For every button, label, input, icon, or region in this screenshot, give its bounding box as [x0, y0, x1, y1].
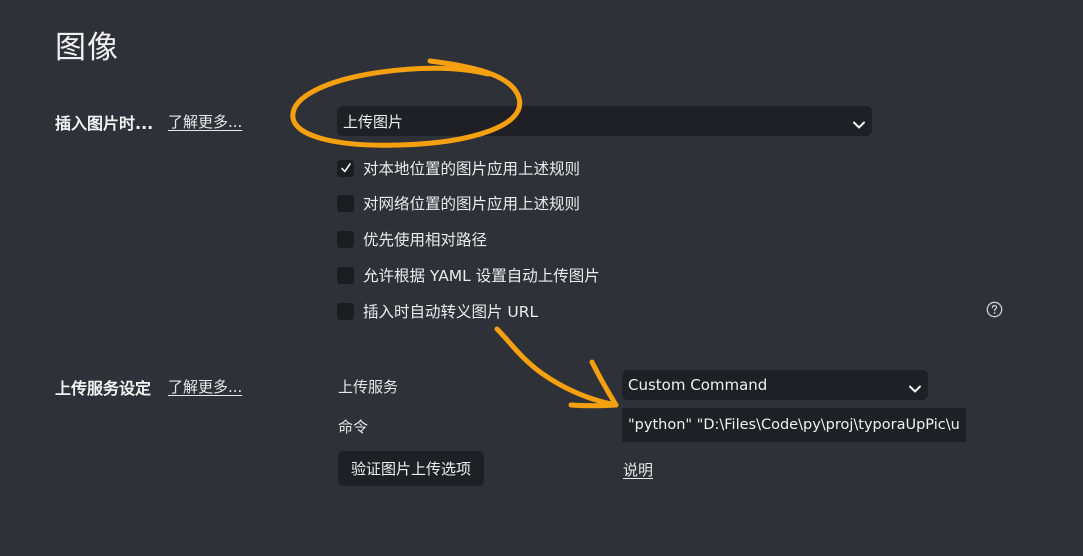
page-title: 图像 — [55, 30, 119, 66]
upload-settings-label: 上传服务设定 — [55, 379, 152, 398]
chevron-down-icon — [852, 116, 866, 129]
insert-image-label: 插入图片时... — [55, 114, 154, 133]
annotation-arrow — [494, 326, 619, 408]
option-yaml-auto-upload[interactable]: 允许根据 YAML 设置自动上传图片 — [337, 265, 600, 285]
upload-service-select[interactable]: Custom Command — [622, 370, 928, 400]
insert-image-learn-more-link[interactable]: 了解更多... — [168, 111, 242, 132]
option-local-images[interactable]: 对本地位置的图片应用上述规则 — [337, 158, 580, 178]
checkbox[interactable] — [337, 230, 354, 248]
insert-image-select-value: 上传图片 — [343, 112, 404, 131]
upload-service-value: Custom Command — [628, 376, 768, 394]
command-label: 命令 — [338, 418, 369, 436]
checkbox[interactable] — [337, 302, 354, 320]
upload-service-label: 上传服务 — [338, 378, 399, 396]
upload-learn-more-link[interactable]: 了解更多... — [168, 376, 242, 397]
option-label: 允许根据 YAML 设置自动上传图片 — [363, 267, 600, 285]
insert-image-select[interactable]: 上传图片 — [337, 106, 872, 136]
command-input[interactable] — [622, 408, 966, 442]
verify-upload-button[interactable]: 验证图片上传选项 — [338, 451, 484, 486]
option-label: 插入时自动转义图片 URL — [363, 303, 539, 321]
explain-link[interactable]: 说明 — [623, 459, 653, 480]
checkbox[interactable] — [337, 194, 354, 212]
option-network-images[interactable]: 对网络位置的图片应用上述规则 — [337, 193, 580, 213]
checkbox-checked[interactable] — [337, 159, 354, 177]
option-label: 对本地位置的图片应用上述规则 — [363, 160, 581, 178]
chevron-down-icon — [908, 380, 922, 393]
option-label: 对网络位置的图片应用上述规则 — [363, 195, 581, 213]
option-escape-url[interactable]: 插入时自动转义图片 URL — [337, 301, 538, 321]
question-circle-icon[interactable] — [986, 301, 1003, 318]
annotation-arrowhead — [568, 359, 619, 409]
option-label: 优先使用相对路径 — [363, 231, 488, 249]
checkbox[interactable] — [337, 266, 354, 284]
option-relative-path[interactable]: 优先使用相对路径 — [337, 229, 487, 249]
